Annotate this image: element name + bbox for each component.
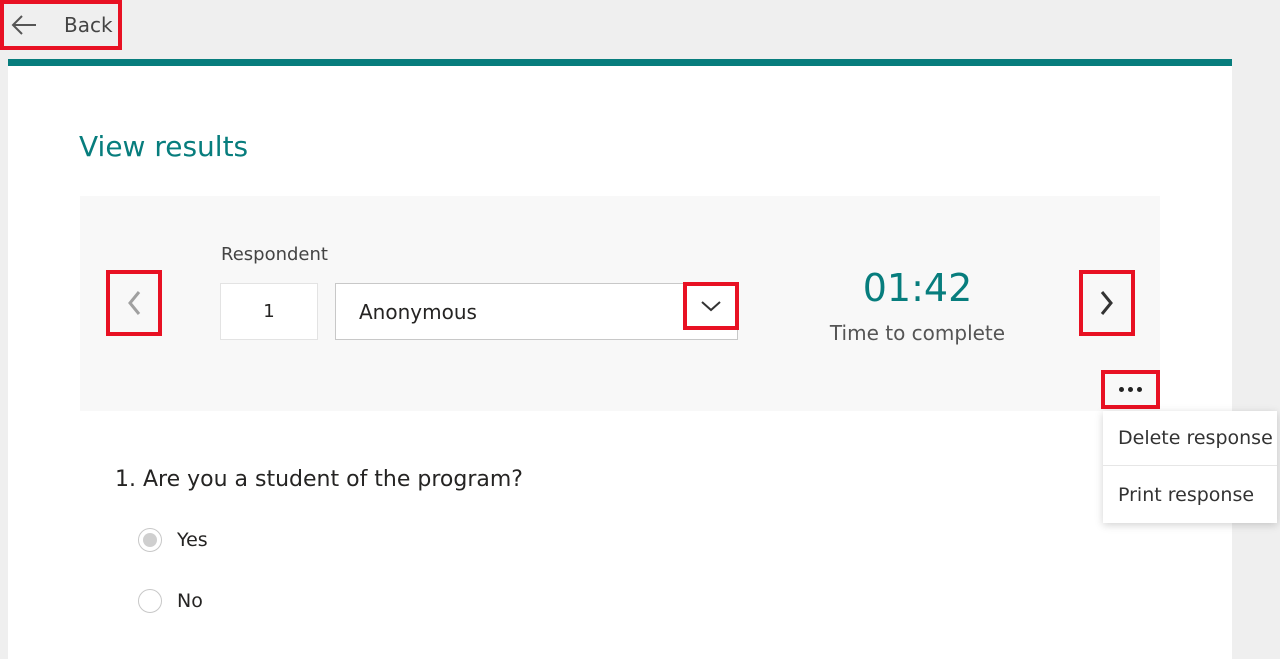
option-no[interactable]: No <box>138 589 203 613</box>
respondent-select[interactable]: Anonymous <box>335 283 738 340</box>
dropdown-highlight <box>683 282 739 330</box>
option-label: Yes <box>177 529 208 551</box>
page-title: View results <box>79 130 249 163</box>
option-label: No <box>177 590 203 612</box>
next-highlight <box>1079 270 1135 336</box>
options-menu: Delete response Print response <box>1103 411 1277 523</box>
radio-unselected[interactable] <box>138 589 162 613</box>
time-label: Time to complete <box>829 321 1006 345</box>
radio-selected[interactable] <box>138 528 162 552</box>
respondent-number: 1 <box>263 301 275 322</box>
respondent-label: Respondent <box>221 244 328 265</box>
delete-response-menu-item[interactable]: Delete response <box>1103 411 1277 466</box>
previous-highlight <box>106 270 162 336</box>
respondent-number-field[interactable]: 1 <box>220 283 318 340</box>
respondent-select-value: Anonymous <box>359 300 477 324</box>
question-text: 1. Are you a student of the program? <box>115 467 523 492</box>
back-highlight <box>0 0 122 50</box>
option-yes[interactable]: Yes <box>138 528 208 552</box>
print-response-menu-item[interactable]: Print response <box>1103 467 1277 522</box>
time-value: 01:42 <box>862 266 973 310</box>
more-options-highlight <box>1101 370 1160 409</box>
